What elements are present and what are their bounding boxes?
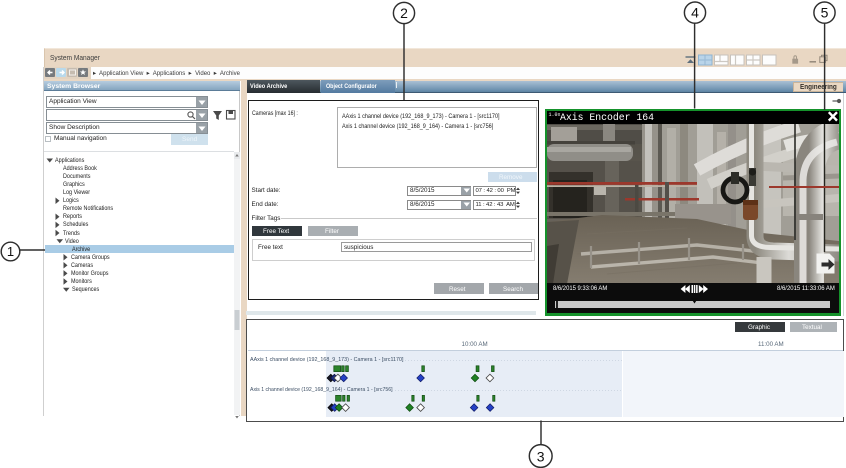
svg-text:3: 3 xyxy=(537,449,545,465)
svg-text:4: 4 xyxy=(691,5,699,21)
svg-text:1: 1 xyxy=(7,244,14,259)
svg-text:5: 5 xyxy=(821,5,829,21)
svg-text:2: 2 xyxy=(400,5,408,21)
